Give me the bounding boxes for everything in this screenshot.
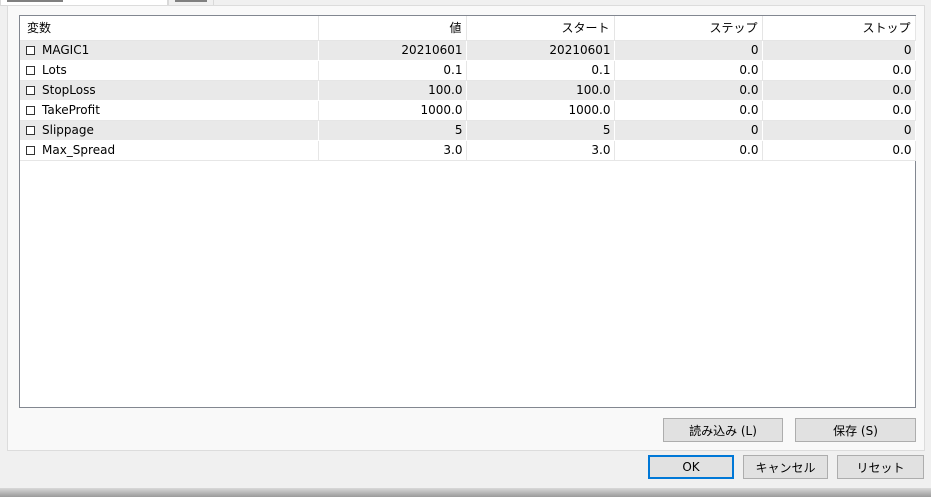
variable-name: MAGIC1	[42, 43, 90, 57]
stop-cell[interactable]: 0.0	[762, 60, 916, 81]
header-row: 変数 値 スタート ステップ ストップ	[20, 16, 916, 41]
column-header-stop[interactable]: ストップ	[762, 16, 916, 41]
variable-cell: MAGIC1	[20, 40, 319, 61]
ok-button[interactable]: OK	[648, 455, 734, 479]
variable-name: Lots	[42, 63, 67, 77]
value-cell[interactable]: 1000.0	[318, 100, 467, 121]
cancel-button[interactable]: キャンセル	[743, 455, 828, 479]
variable-cell: Lots	[20, 60, 319, 81]
start-cell[interactable]: 3.0	[466, 140, 615, 161]
step-cell[interactable]: 0.0	[614, 100, 763, 121]
optimize-checkbox[interactable]	[26, 146, 35, 155]
load-button[interactable]: 読み込み (L)	[663, 418, 783, 442]
variable-name: Max_Spread	[42, 143, 116, 157]
variable-cell: StopLoss	[20, 80, 319, 101]
optimize-checkbox[interactable]	[26, 126, 35, 135]
save-button[interactable]: 保存 (S)	[795, 418, 916, 442]
step-cell[interactable]: 0	[614, 40, 763, 61]
optimize-checkbox[interactable]	[26, 106, 35, 115]
optimize-checkbox[interactable]	[26, 66, 35, 75]
step-cell[interactable]: 0.0	[614, 80, 763, 101]
parameters-grid: 変数 値 スタート ステップ ストップ MAGIC1 20210601 2021…	[19, 15, 916, 408]
parameters-table: 変数 値 スタート ステップ ストップ MAGIC1 20210601 2021…	[20, 16, 916, 161]
optimize-checkbox[interactable]	[26, 46, 35, 55]
column-header-variable[interactable]: 変数	[20, 16, 319, 41]
step-cell[interactable]: 0.0	[614, 60, 763, 81]
reset-button[interactable]: リセット	[837, 455, 924, 479]
variable-name: TakeProfit	[42, 103, 100, 117]
variable-name: Slippage	[42, 123, 94, 137]
optimize-checkbox[interactable]	[26, 86, 35, 95]
column-header-value[interactable]: 値	[318, 16, 467, 41]
table-row[interactable]: StopLoss 100.0 100.0 0.0 0.0	[20, 80, 916, 101]
value-cell[interactable]: 5	[318, 120, 467, 141]
variable-name: StopLoss	[42, 83, 96, 97]
table-row[interactable]: Lots 0.1 0.1 0.0 0.0	[20, 60, 916, 81]
table-row[interactable]: Max_Spread 3.0 3.0 0.0 0.0	[20, 140, 916, 161]
stop-cell[interactable]: 0.0	[762, 80, 916, 101]
step-cell[interactable]: 0	[614, 120, 763, 141]
stop-cell[interactable]: 0.0	[762, 100, 916, 121]
start-cell[interactable]: 5	[466, 120, 615, 141]
start-cell[interactable]: 0.1	[466, 60, 615, 81]
value-cell[interactable]: 20210601	[318, 40, 467, 61]
stop-cell[interactable]: 0	[762, 40, 916, 61]
value-cell[interactable]: 0.1	[318, 60, 467, 81]
table-row[interactable]: MAGIC1 20210601 20210601 0 0	[20, 40, 916, 61]
stop-cell[interactable]: 0	[762, 120, 916, 141]
stop-cell[interactable]: 0.0	[762, 140, 916, 161]
variable-cell: Slippage	[20, 120, 319, 141]
column-header-step[interactable]: ステップ	[614, 16, 763, 41]
value-cell[interactable]: 100.0	[318, 80, 467, 101]
window-bottom-edge	[0, 488, 931, 497]
table-row[interactable]: Slippage 5 5 0 0	[20, 120, 916, 141]
table-row[interactable]: TakeProfit 1000.0 1000.0 0.0 0.0	[20, 100, 916, 121]
column-header-start[interactable]: スタート	[466, 16, 615, 41]
step-cell[interactable]: 0.0	[614, 140, 763, 161]
variable-cell: Max_Spread	[20, 140, 319, 161]
start-cell[interactable]: 20210601	[466, 40, 615, 61]
variable-cell: TakeProfit	[20, 100, 319, 121]
tab-label-clipped	[7, 0, 63, 2]
tab-label-clipped	[175, 0, 207, 2]
value-cell[interactable]: 3.0	[318, 140, 467, 161]
start-cell[interactable]: 1000.0	[466, 100, 615, 121]
start-cell[interactable]: 100.0	[466, 80, 615, 101]
